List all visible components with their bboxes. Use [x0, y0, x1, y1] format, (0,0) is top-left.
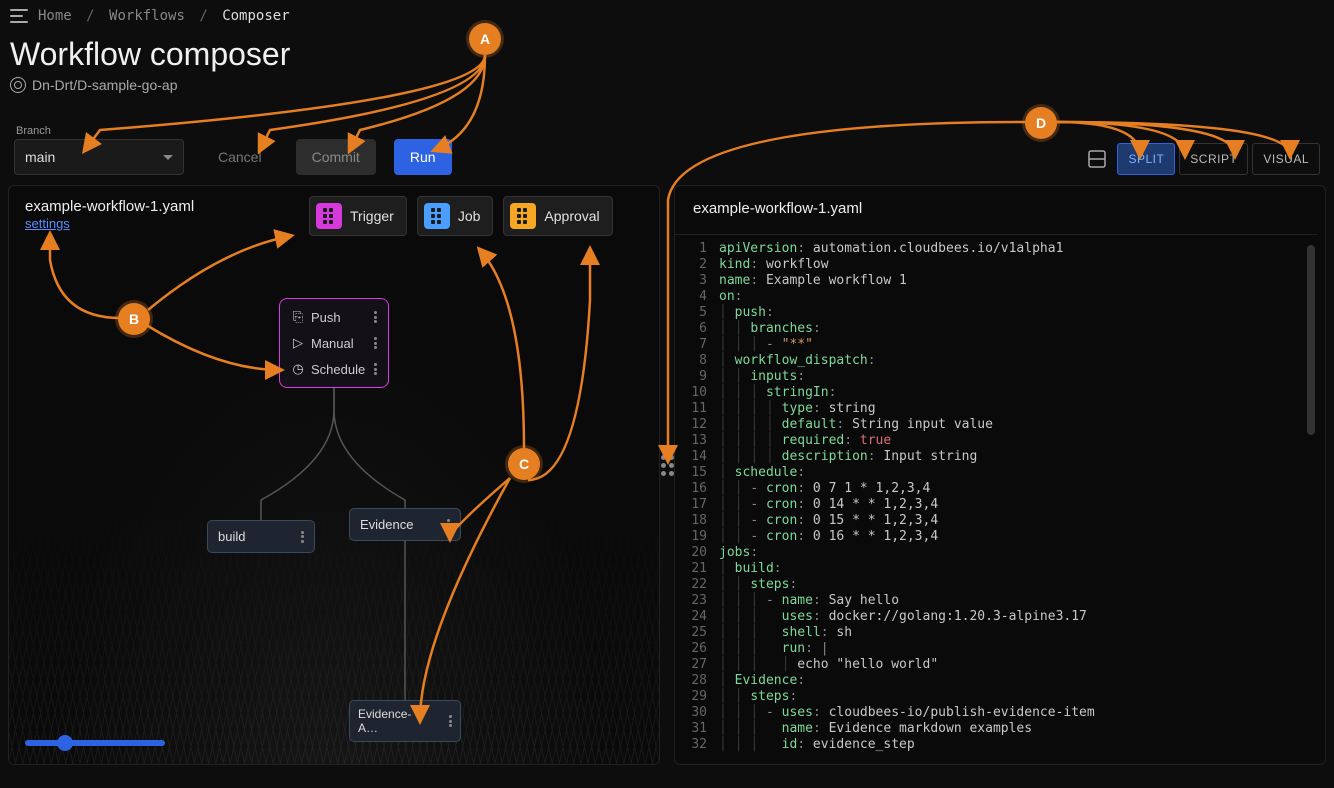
- chevron-down-icon: [163, 155, 173, 160]
- view-split[interactable]: SPLIT: [1117, 143, 1175, 175]
- node-build-label: build: [218, 529, 245, 544]
- visual-pane: example-workflow-1.yaml settings Trigger…: [8, 185, 660, 765]
- node-evidence-a[interactable]: Evidence-A…: [349, 700, 461, 742]
- trigger-push[interactable]: ⎘ Push: [285, 304, 383, 330]
- line-gutter: 1234567891011121314151617181920212223242…: [675, 241, 707, 753]
- palette-job[interactable]: Job: [417, 196, 494, 236]
- branch-value: main: [25, 149, 55, 165]
- kebab-icon[interactable]: [374, 311, 377, 323]
- node-build[interactable]: build: [207, 520, 315, 553]
- node-palette: Trigger Job Approval: [309, 196, 613, 236]
- visual-filename: example-workflow-1.yaml: [25, 198, 194, 215]
- palette-trigger[interactable]: Trigger: [309, 196, 407, 236]
- palette-approval[interactable]: Approval: [503, 196, 612, 236]
- breadcrumb: Home / Workflows / Composer: [38, 8, 290, 24]
- trigger-manual-label: Manual: [311, 336, 354, 351]
- layout-icon[interactable]: [1081, 143, 1113, 175]
- node-evidence-a-label: Evidence-A…: [358, 707, 429, 735]
- node-evidence-label: Evidence: [360, 517, 413, 532]
- crumb-workflows[interactable]: Workflows: [109, 8, 185, 24]
- branch-label: Branch: [14, 125, 184, 137]
- trigger-manual[interactable]: ▷ Manual: [285, 330, 383, 356]
- kebab-icon[interactable]: [301, 531, 304, 543]
- branch-select[interactable]: main: [14, 139, 184, 175]
- kebab-icon[interactable]: [374, 337, 377, 349]
- annotation-b: B: [118, 303, 150, 335]
- repo-name: Dn-Drt/D-sample-go-ap: [32, 77, 177, 93]
- run-button[interactable]: Run: [394, 139, 452, 175]
- vertical-scrollbar[interactable]: [1307, 245, 1315, 435]
- trigger-schedule-label: Schedule: [311, 362, 365, 377]
- crumb-current: Composer: [222, 8, 289, 24]
- clock-icon: ◷: [291, 361, 305, 377]
- menu-icon[interactable]: [10, 9, 28, 23]
- trigger-schedule[interactable]: ◷ Schedule: [285, 356, 383, 382]
- github-icon: [10, 77, 26, 93]
- kebab-icon[interactable]: [449, 715, 452, 727]
- split-handle[interactable]: [661, 455, 677, 479]
- push-icon: ⎘: [291, 309, 305, 325]
- trigger-push-label: Push: [311, 310, 341, 325]
- cancel-button[interactable]: Cancel: [202, 139, 278, 175]
- trigger-node[interactable]: ⎘ Push ▷ Manual ◷ Schedule: [279, 298, 389, 388]
- kebab-icon[interactable]: [447, 519, 450, 531]
- crumb-home[interactable]: Home: [38, 8, 72, 24]
- node-evidence[interactable]: Evidence: [349, 508, 461, 541]
- view-script[interactable]: SCRIPT: [1179, 143, 1248, 175]
- settings-link[interactable]: settings: [25, 216, 70, 231]
- play-icon: ▷: [291, 335, 305, 351]
- view-visual[interactable]: VISUAL: [1252, 143, 1320, 175]
- annotation-c: C: [508, 448, 540, 480]
- palette-trigger-label: Trigger: [350, 208, 394, 224]
- kebab-icon[interactable]: [374, 363, 377, 375]
- zoom-slider[interactable]: [25, 740, 165, 746]
- script-filename: example-workflow-1.yaml: [675, 186, 1325, 231]
- annotation-d: D: [1025, 107, 1057, 139]
- view-toggle: SPLIT SCRIPT VISUAL: [1081, 143, 1320, 175]
- palette-approval-label: Approval: [544, 208, 599, 224]
- code-editor[interactable]: 1234567891011121314151617181920212223242…: [675, 234, 1317, 764]
- code-source[interactable]: apiVersion: automation.cloudbees.io/v1al…: [719, 241, 1317, 753]
- annotation-a: A: [469, 23, 501, 55]
- workflow-canvas[interactable]: ⎘ Push ▷ Manual ◷ Schedule build: [9, 240, 659, 764]
- script-pane: example-workflow-1.yaml 1234567891011121…: [674, 185, 1326, 765]
- palette-job-label: Job: [458, 208, 481, 224]
- page-title: Workflow composer: [0, 24, 1334, 77]
- commit-button[interactable]: Commit: [296, 139, 376, 175]
